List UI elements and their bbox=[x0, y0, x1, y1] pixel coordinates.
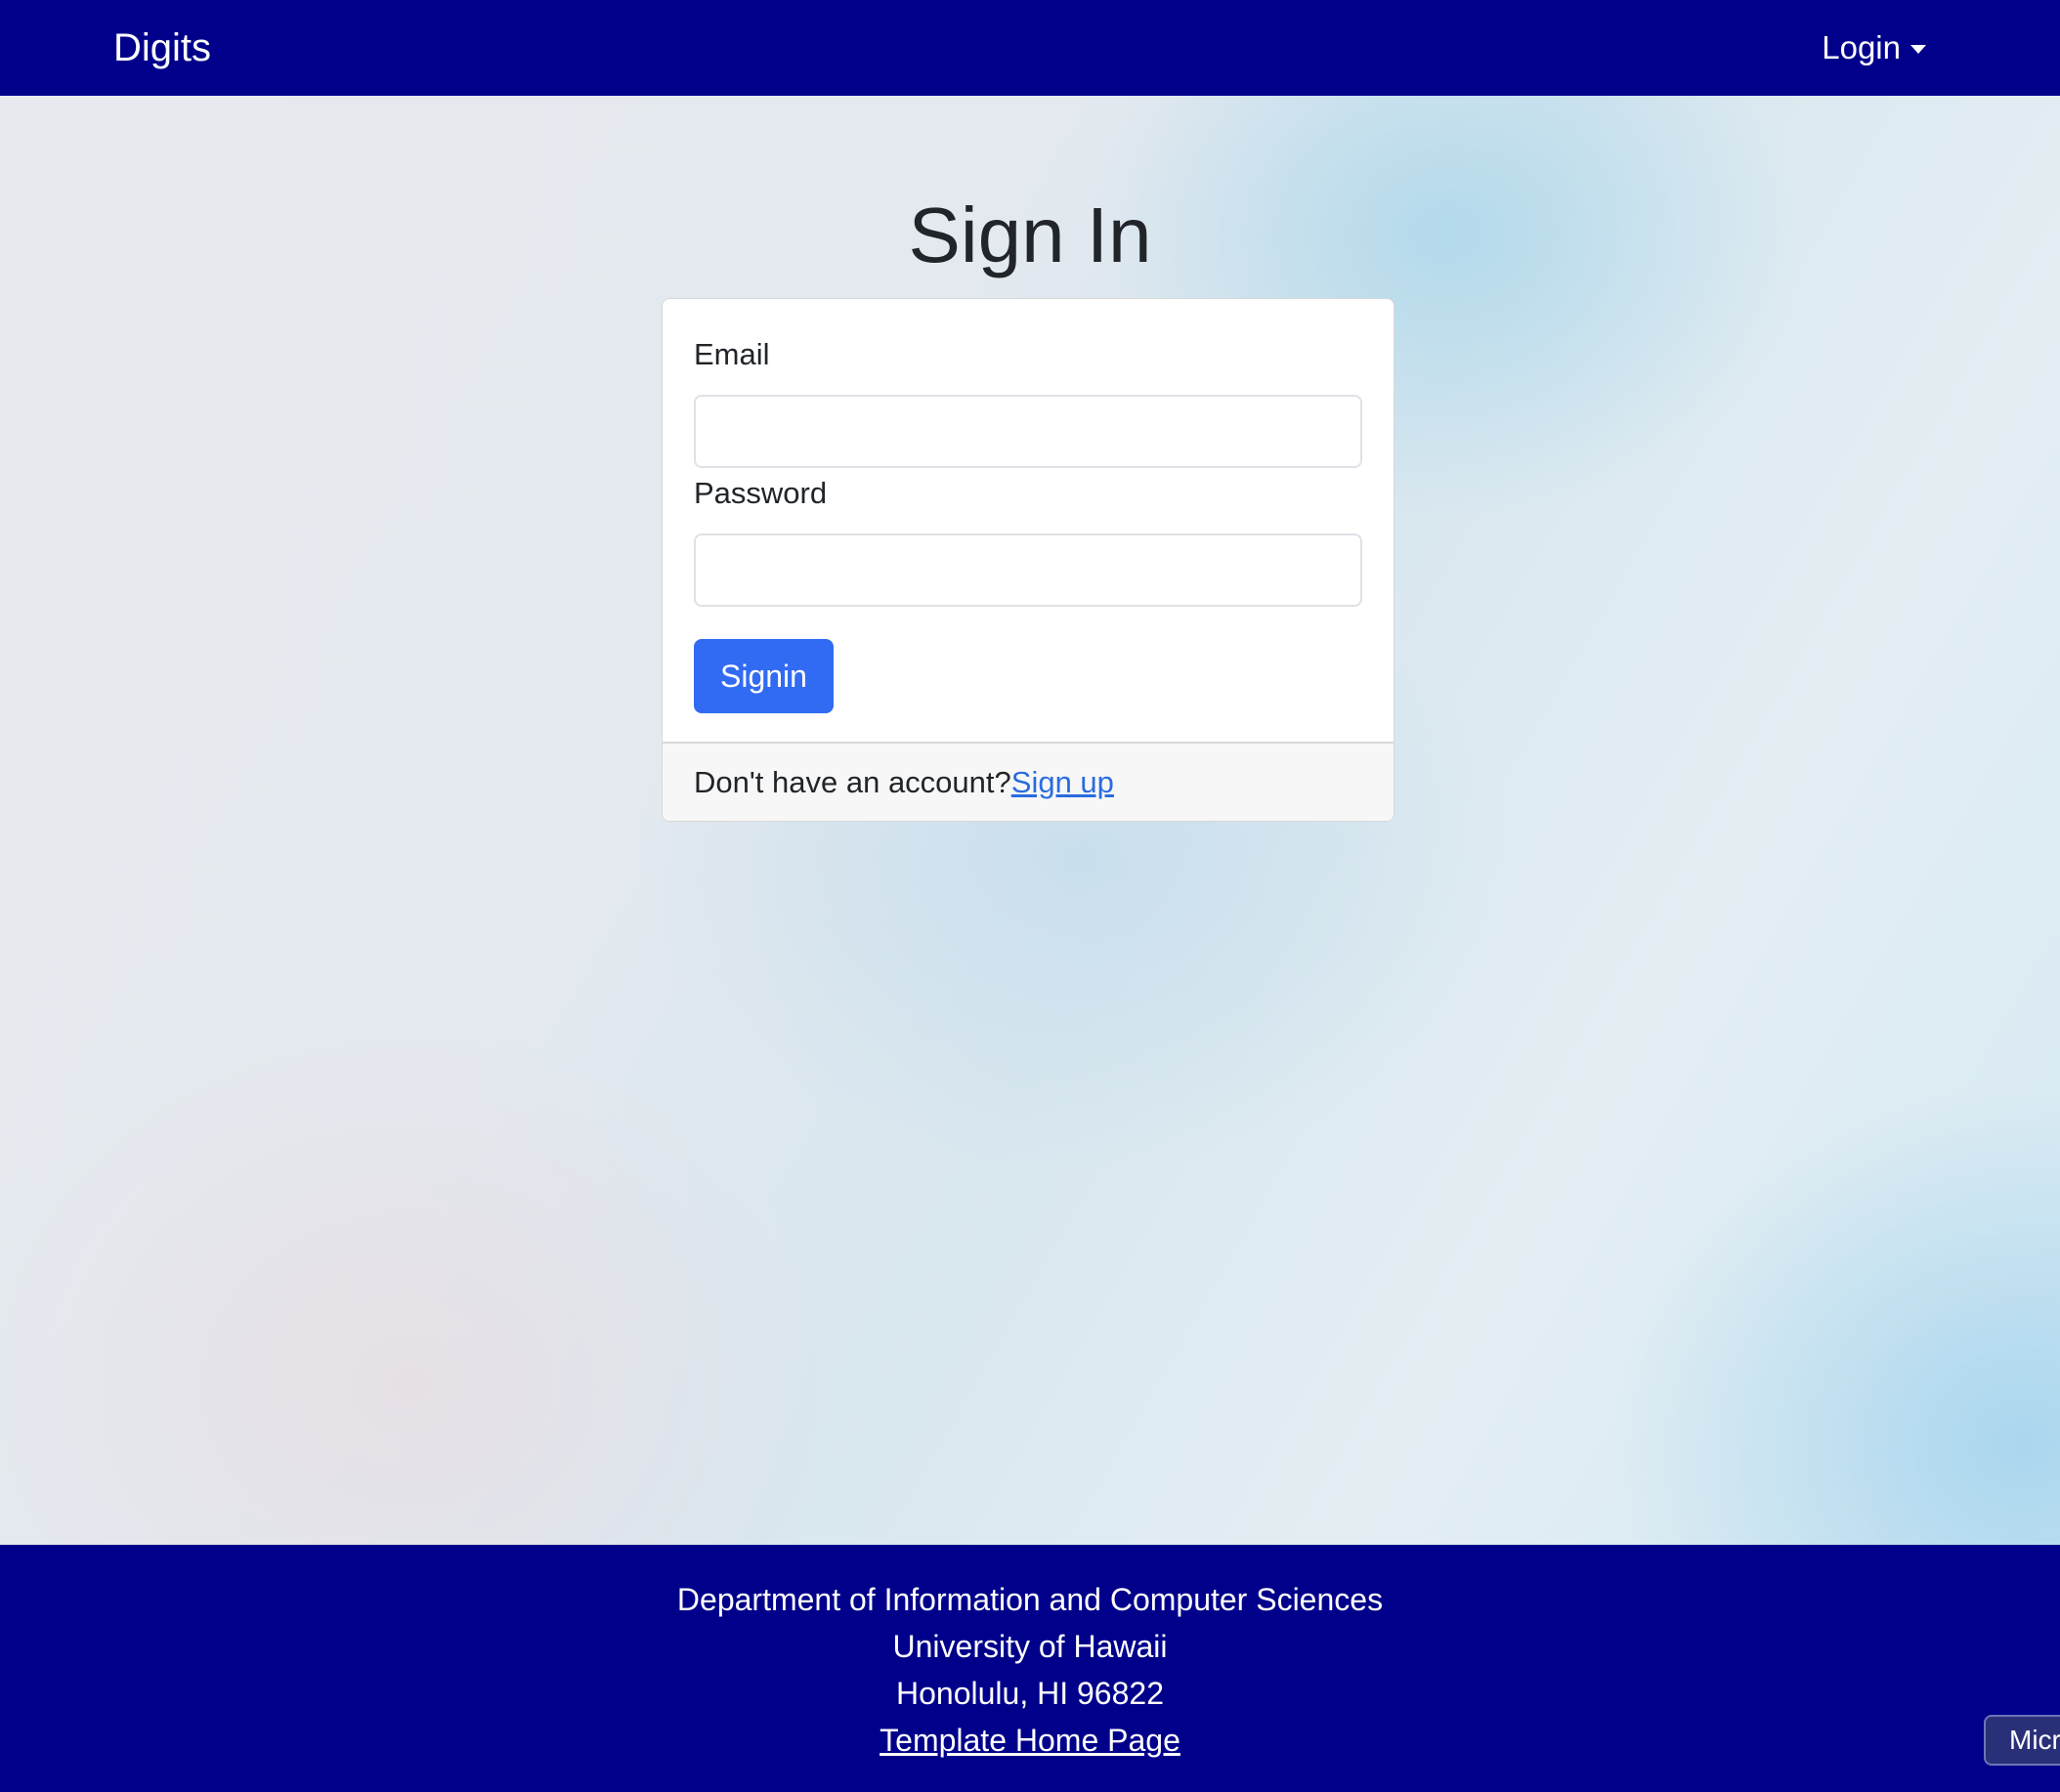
login-label: Login bbox=[1822, 29, 1901, 65]
top-navbar: Digits Login bbox=[0, 0, 2060, 96]
password-input[interactable] bbox=[694, 533, 1362, 607]
signin-card-body: Email Password Signin bbox=[663, 299, 1394, 713]
password-label: Password bbox=[694, 476, 828, 510]
main-content: Sign In Email Password Signin Don't have… bbox=[0, 96, 2060, 1545]
footer-university: University of Hawaii bbox=[892, 1629, 1168, 1664]
template-home-link[interactable]: Template Home Page bbox=[880, 1723, 1180, 1758]
footer-department: Department of Information and Computer S… bbox=[676, 1582, 1384, 1617]
signin-card-footer: Don't have an account? Sign up bbox=[663, 742, 1394, 821]
no-account-text: Don't have an account? bbox=[694, 764, 1011, 799]
brand-link[interactable]: Digits bbox=[113, 26, 211, 70]
signin-card: Email Password Signin Don't have an acco… bbox=[662, 298, 1395, 822]
signup-link[interactable]: Sign up bbox=[1011, 765, 1114, 800]
footer-address: Honolulu, HI 96822 bbox=[896, 1676, 1164, 1711]
page-footer: Department of Information and Computer S… bbox=[0, 1545, 2060, 1792]
email-input[interactable] bbox=[694, 395, 1362, 468]
login-dropdown[interactable]: Login bbox=[1822, 29, 1926, 66]
email-label: Email bbox=[694, 337, 770, 371]
page-title: Sign In bbox=[908, 192, 1152, 278]
corner-widget-button[interactable]: Micr bbox=[1984, 1715, 2060, 1766]
caret-down-icon bbox=[1910, 45, 1926, 54]
signin-button[interactable]: Signin bbox=[694, 639, 834, 713]
